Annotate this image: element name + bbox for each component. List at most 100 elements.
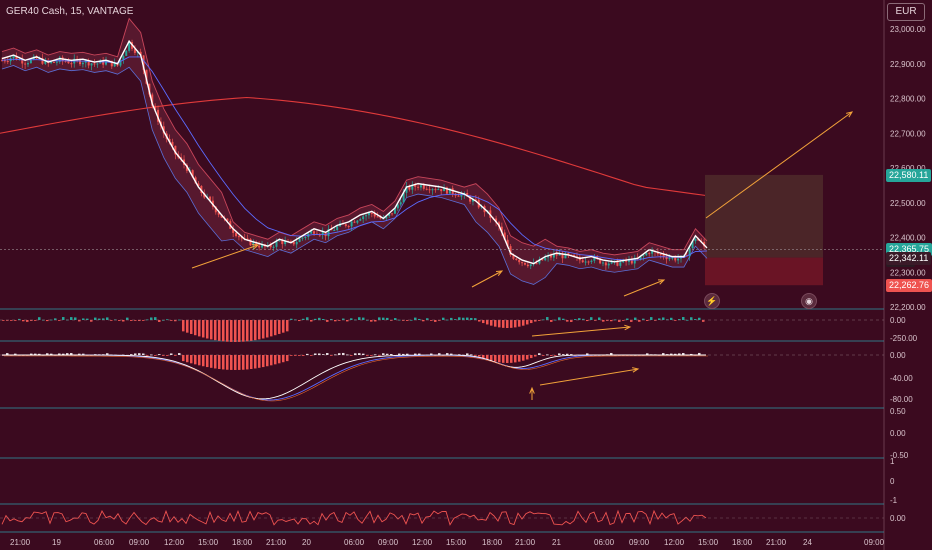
oscillator-bar	[374, 354, 377, 356]
histogram-bar	[158, 320, 161, 322]
currency-button[interactable]: EUR	[887, 3, 925, 21]
histogram-bar	[470, 317, 473, 320]
oscillator-bar	[522, 355, 525, 361]
histogram-bar	[38, 317, 41, 320]
y-tick-label: 0	[890, 477, 895, 486]
candle	[347, 226, 350, 228]
candle	[367, 212, 370, 216]
candle	[694, 238, 697, 242]
histogram-bar	[154, 317, 157, 320]
oscillator-bar	[286, 355, 289, 362]
histogram-bar	[378, 317, 381, 320]
candle	[521, 262, 524, 264]
histogram-bar	[262, 320, 265, 339]
histogram-bar	[650, 317, 653, 320]
oscillator-bar	[466, 353, 469, 355]
oscillator-bar	[274, 355, 277, 365]
y-tick-label: 1	[890, 457, 895, 466]
candle	[601, 262, 604, 264]
candle	[93, 63, 96, 65]
candle	[659, 253, 662, 255]
oscillator-bar	[158, 354, 161, 355]
candle	[417, 186, 420, 188]
oscillator-bar	[478, 355, 481, 357]
oscillator-bar	[542, 355, 545, 356]
histogram-bar	[210, 320, 213, 340]
oscillator-bar	[170, 353, 173, 355]
histogram-bar	[198, 320, 201, 337]
histogram-bar	[250, 320, 253, 341]
annotation-arrow	[531, 326, 631, 337]
histogram-bar	[442, 317, 445, 320]
histogram-bar	[222, 320, 225, 342]
candle	[590, 260, 593, 262]
candle	[249, 239, 252, 246]
x-tick-label: 09:00	[378, 538, 399, 547]
histogram-bar	[70, 317, 73, 320]
candle	[422, 185, 425, 189]
chart-canvas[interactable]: 23,000.0022,900.0022,800.0022,700.0022,6…	[0, 0, 932, 550]
histogram-bar	[246, 320, 249, 342]
histogram-bar	[546, 317, 549, 320]
y-tick-label: -40.00	[890, 374, 913, 383]
histogram-bar	[358, 317, 361, 320]
histogram-bar	[218, 320, 221, 341]
x-tick-label: 24	[803, 538, 812, 547]
histogram-bar	[558, 317, 561, 320]
histogram-bar	[226, 320, 229, 342]
candle	[604, 262, 607, 266]
oscillator-bar	[494, 355, 497, 362]
histogram-bar	[466, 317, 469, 320]
oscillator-bar	[474, 355, 477, 356]
x-tick-label: 21:00	[10, 538, 31, 547]
oscillator-bar	[562, 354, 565, 355]
histogram-bar	[190, 320, 193, 334]
oscillator-bar	[310, 355, 313, 356]
histogram-bar	[126, 317, 129, 320]
candle	[607, 263, 610, 266]
stop-price-tag: 22,262.76	[886, 279, 932, 293]
oscillator-bar	[334, 354, 337, 356]
candle	[67, 61, 70, 64]
histogram-bar	[306, 317, 309, 320]
histogram-bar	[186, 320, 189, 333]
globe-icon[interactable]: ◉	[801, 293, 817, 309]
histogram-bar	[74, 317, 77, 320]
x-tick-label: 21:00	[266, 538, 287, 547]
histogram-bar	[90, 320, 93, 322]
x-tick-label: 12:00	[664, 538, 685, 547]
candle	[90, 63, 93, 66]
x-tick-label: 20	[302, 538, 311, 547]
oscillator-bar	[502, 355, 505, 363]
candle	[344, 224, 347, 227]
histogram-bar	[202, 320, 205, 338]
x-tick-label: 19	[52, 538, 61, 547]
candle	[353, 221, 356, 223]
oscillator-bar	[198, 355, 201, 366]
lightning-icon[interactable]: ⚡	[704, 293, 720, 309]
histogram-bar	[274, 320, 277, 336]
y-tick-label: 0.00	[890, 316, 906, 325]
candle	[555, 254, 558, 256]
histogram-bar	[62, 317, 65, 320]
oscillator-bar	[150, 354, 153, 356]
oscillator-bar	[338, 353, 341, 355]
x-tick-label: 09:00	[629, 538, 650, 547]
oscillator-bar	[510, 355, 513, 363]
histogram-bar	[350, 318, 353, 320]
histogram-bar	[474, 318, 477, 320]
histogram-bar	[634, 317, 637, 320]
x-tick-label: 21	[552, 538, 561, 547]
candle	[526, 264, 529, 267]
oscillator-bar	[330, 355, 333, 356]
oscillator-bar	[214, 355, 217, 369]
oscillator-bar	[226, 355, 229, 370]
histogram-bar	[550, 320, 553, 322]
long-target-zone	[705, 174, 823, 258]
annotation-arrow	[191, 244, 259, 269]
oscillator-bar	[554, 355, 557, 356]
x-tick-label: 15:00	[446, 538, 467, 547]
oscillator-bar	[382, 353, 385, 355]
long-stop-zone	[705, 257, 823, 286]
x-tick-label: 12:00	[164, 538, 185, 547]
